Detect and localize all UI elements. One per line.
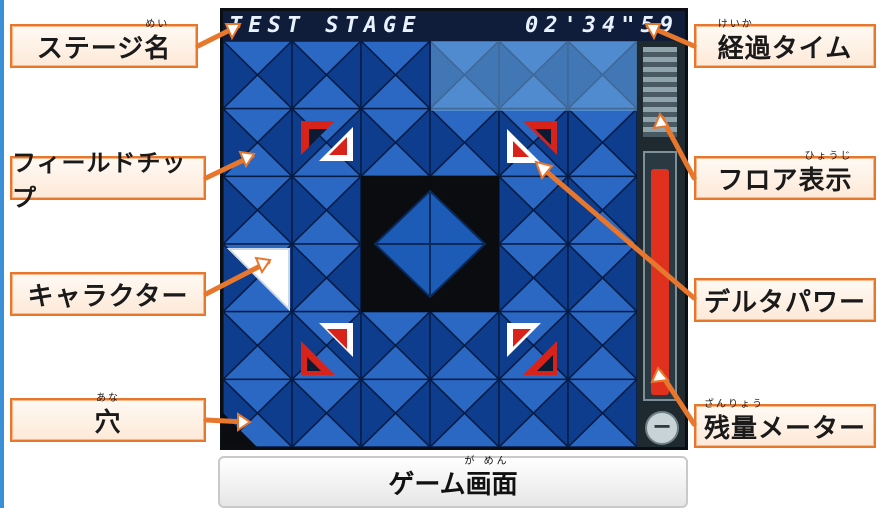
remaining-meter [643,151,677,401]
fog-overlay [431,41,637,111]
label-character: キャラクター [10,272,206,316]
label-delta-power: デルタパワー [694,278,876,322]
label-elapsed-time: 経過タイム けいか [694,19,876,68]
minus-icon: − [645,411,679,445]
label-remaining-meter: 残量メーター ざんりょう [694,399,876,448]
label-stage-name: ステージ名 めい [10,19,198,68]
game-screen: TEST STAGE 02'34"59 − [220,8,688,450]
side-panel: − [637,41,685,447]
hud-elapsed-time: 02'34"59 [525,13,679,38]
remaining-meter-fill [651,168,669,395]
play-field[interactable] [223,41,637,447]
label-floor-display: フロア表示 ひょうじ [694,151,876,200]
hud-stage-name: TEST STAGE [229,13,422,38]
left-accent-rule [0,0,4,508]
floor-indicator [643,47,677,137]
hud-bar: TEST STAGE 02'34"59 [223,11,685,41]
screen-caption: ゲーム画面 が めん [218,456,688,508]
label-hole: 穴 あな [10,393,206,442]
label-field-chip: フィールドチップ [10,149,206,212]
